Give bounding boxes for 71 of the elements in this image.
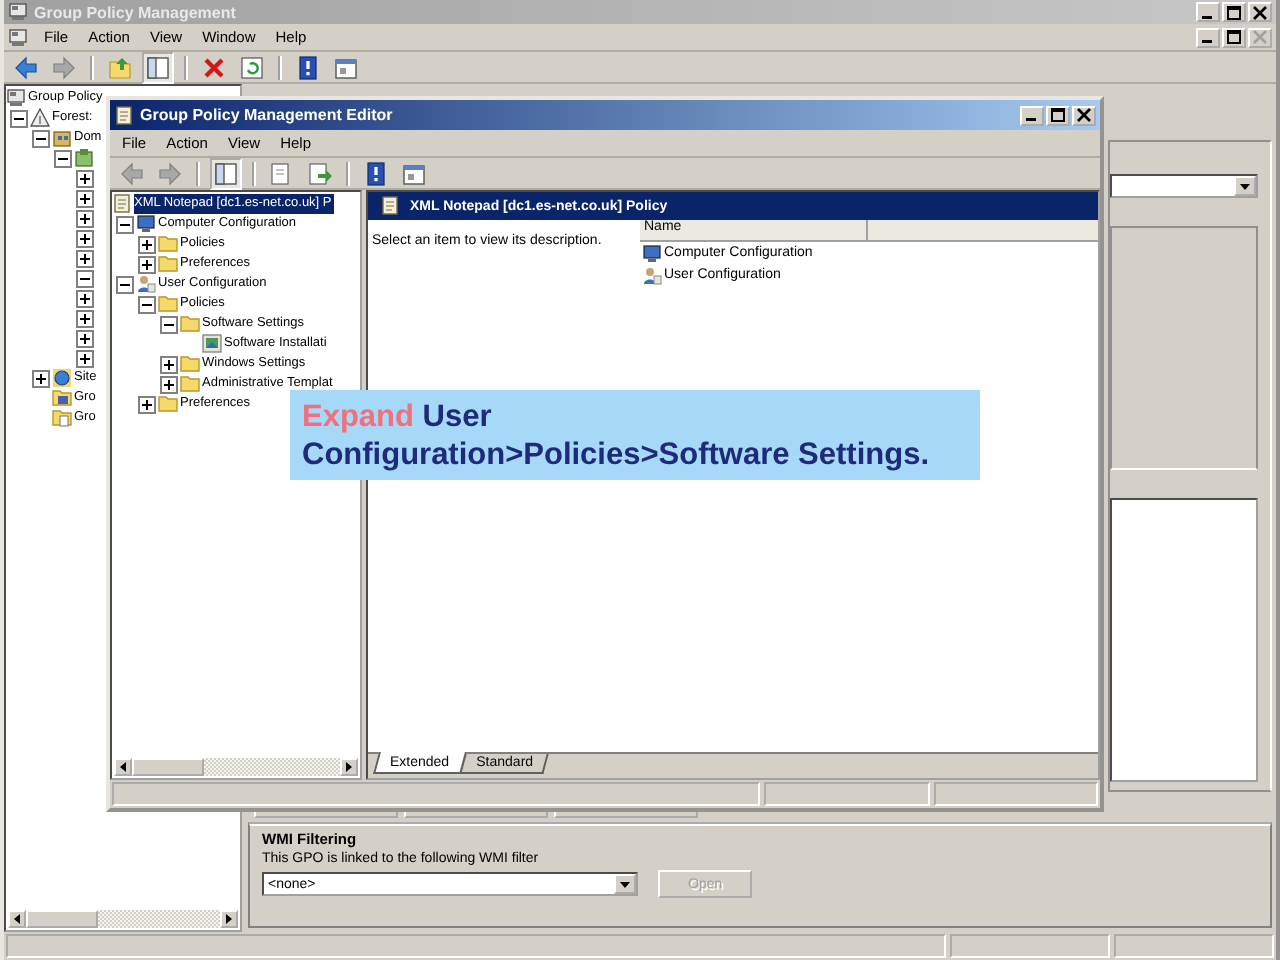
expand-toggle[interactable]	[76, 309, 94, 327]
maximize-button[interactable]	[1222, 27, 1246, 47]
minimize-button[interactable]	[1196, 27, 1220, 47]
expand-toggle[interactable]	[76, 289, 94, 307]
computer-icon	[136, 214, 156, 234]
document-icon	[380, 196, 400, 216]
building-icon	[52, 128, 72, 148]
window-title: Group Policy Management	[34, 3, 238, 21]
close-icon	[1252, 5, 1268, 19]
export-list-icon[interactable]	[304, 157, 336, 189]
container-icon	[74, 148, 94, 168]
minimize-button[interactable]	[1196, 2, 1220, 22]
triangle-icon	[30, 108, 50, 128]
console-icon	[6, 88, 26, 108]
expand-toggle[interactable]	[160, 375, 178, 393]
expand-toggle[interactable]	[54, 149, 72, 167]
user-icon	[136, 274, 156, 294]
expand-toggle[interactable]	[116, 215, 134, 233]
maximize-icon	[1226, 30, 1242, 44]
maximize-icon	[1226, 5, 1242, 19]
expand-toggle[interactable]	[76, 349, 94, 367]
close-icon	[1252, 30, 1268, 44]
document-icon	[114, 105, 134, 125]
arrow-left-icon	[120, 762, 126, 772]
refresh-icon[interactable]	[236, 51, 268, 83]
tree-pane-icon[interactable]	[210, 157, 242, 189]
horizontal-scrollbar[interactable]	[8, 910, 238, 928]
arrow-left-icon	[14, 914, 20, 924]
expand-toggle[interactable]	[76, 249, 94, 267]
expand-toggle[interactable]	[138, 395, 156, 413]
expand-toggle[interactable]	[10, 109, 28, 127]
expand-toggle[interactable]	[76, 169, 94, 187]
arrow-right-icon	[346, 762, 352, 772]
minimize-button[interactable]	[1020, 105, 1044, 125]
computer-icon	[642, 243, 662, 263]
expand-toggle[interactable]	[32, 369, 50, 387]
expand-toggle[interactable]	[76, 229, 94, 247]
arrow-right-icon	[226, 914, 232, 924]
expand-toggle[interactable]	[138, 235, 156, 253]
back-icon[interactable]	[10, 51, 42, 83]
console-icon	[8, 2, 28, 22]
maximize-button[interactable]	[1046, 105, 1070, 125]
expand-toggle[interactable]	[76, 209, 94, 227]
expand-toggle[interactable]	[76, 269, 94, 287]
expand-toggle[interactable]	[138, 255, 156, 273]
dropdown-arrow-icon	[1240, 183, 1250, 189]
folder-icon	[52, 388, 72, 408]
document-icon	[112, 194, 132, 214]
expand-toggle[interactable]	[160, 315, 178, 333]
close-icon	[1076, 108, 1092, 122]
expand-toggle[interactable]	[138, 295, 156, 313]
expand-toggle[interactable]	[116, 275, 134, 293]
maximize-button[interactable]	[1222, 2, 1246, 22]
dropdown-field[interactable]	[1110, 174, 1258, 198]
horizontal-scrollbar[interactable]	[114, 758, 358, 776]
user-icon	[642, 265, 662, 285]
tree-pane-icon[interactable]	[142, 51, 174, 83]
expand-toggle[interactable]	[160, 355, 178, 373]
close-button[interactable]	[1248, 2, 1272, 22]
expand-toggle[interactable]	[76, 189, 94, 207]
package-icon	[202, 334, 222, 354]
globe-icon	[52, 368, 72, 388]
expand-toggle[interactable]	[32, 129, 50, 147]
dropdown-arrow-icon	[620, 881, 630, 887]
console-icon	[8, 27, 28, 47]
folder-icon	[52, 408, 72, 428]
window-title: Group Policy Management Editor	[140, 106, 395, 124]
callout-text: Expand User Configuration>Policies>Software Settings.	[302, 398, 931, 474]
maximize-icon	[1050, 108, 1066, 122]
close-button[interactable]	[1072, 105, 1096, 125]
expand-toggle[interactable]	[76, 329, 94, 347]
